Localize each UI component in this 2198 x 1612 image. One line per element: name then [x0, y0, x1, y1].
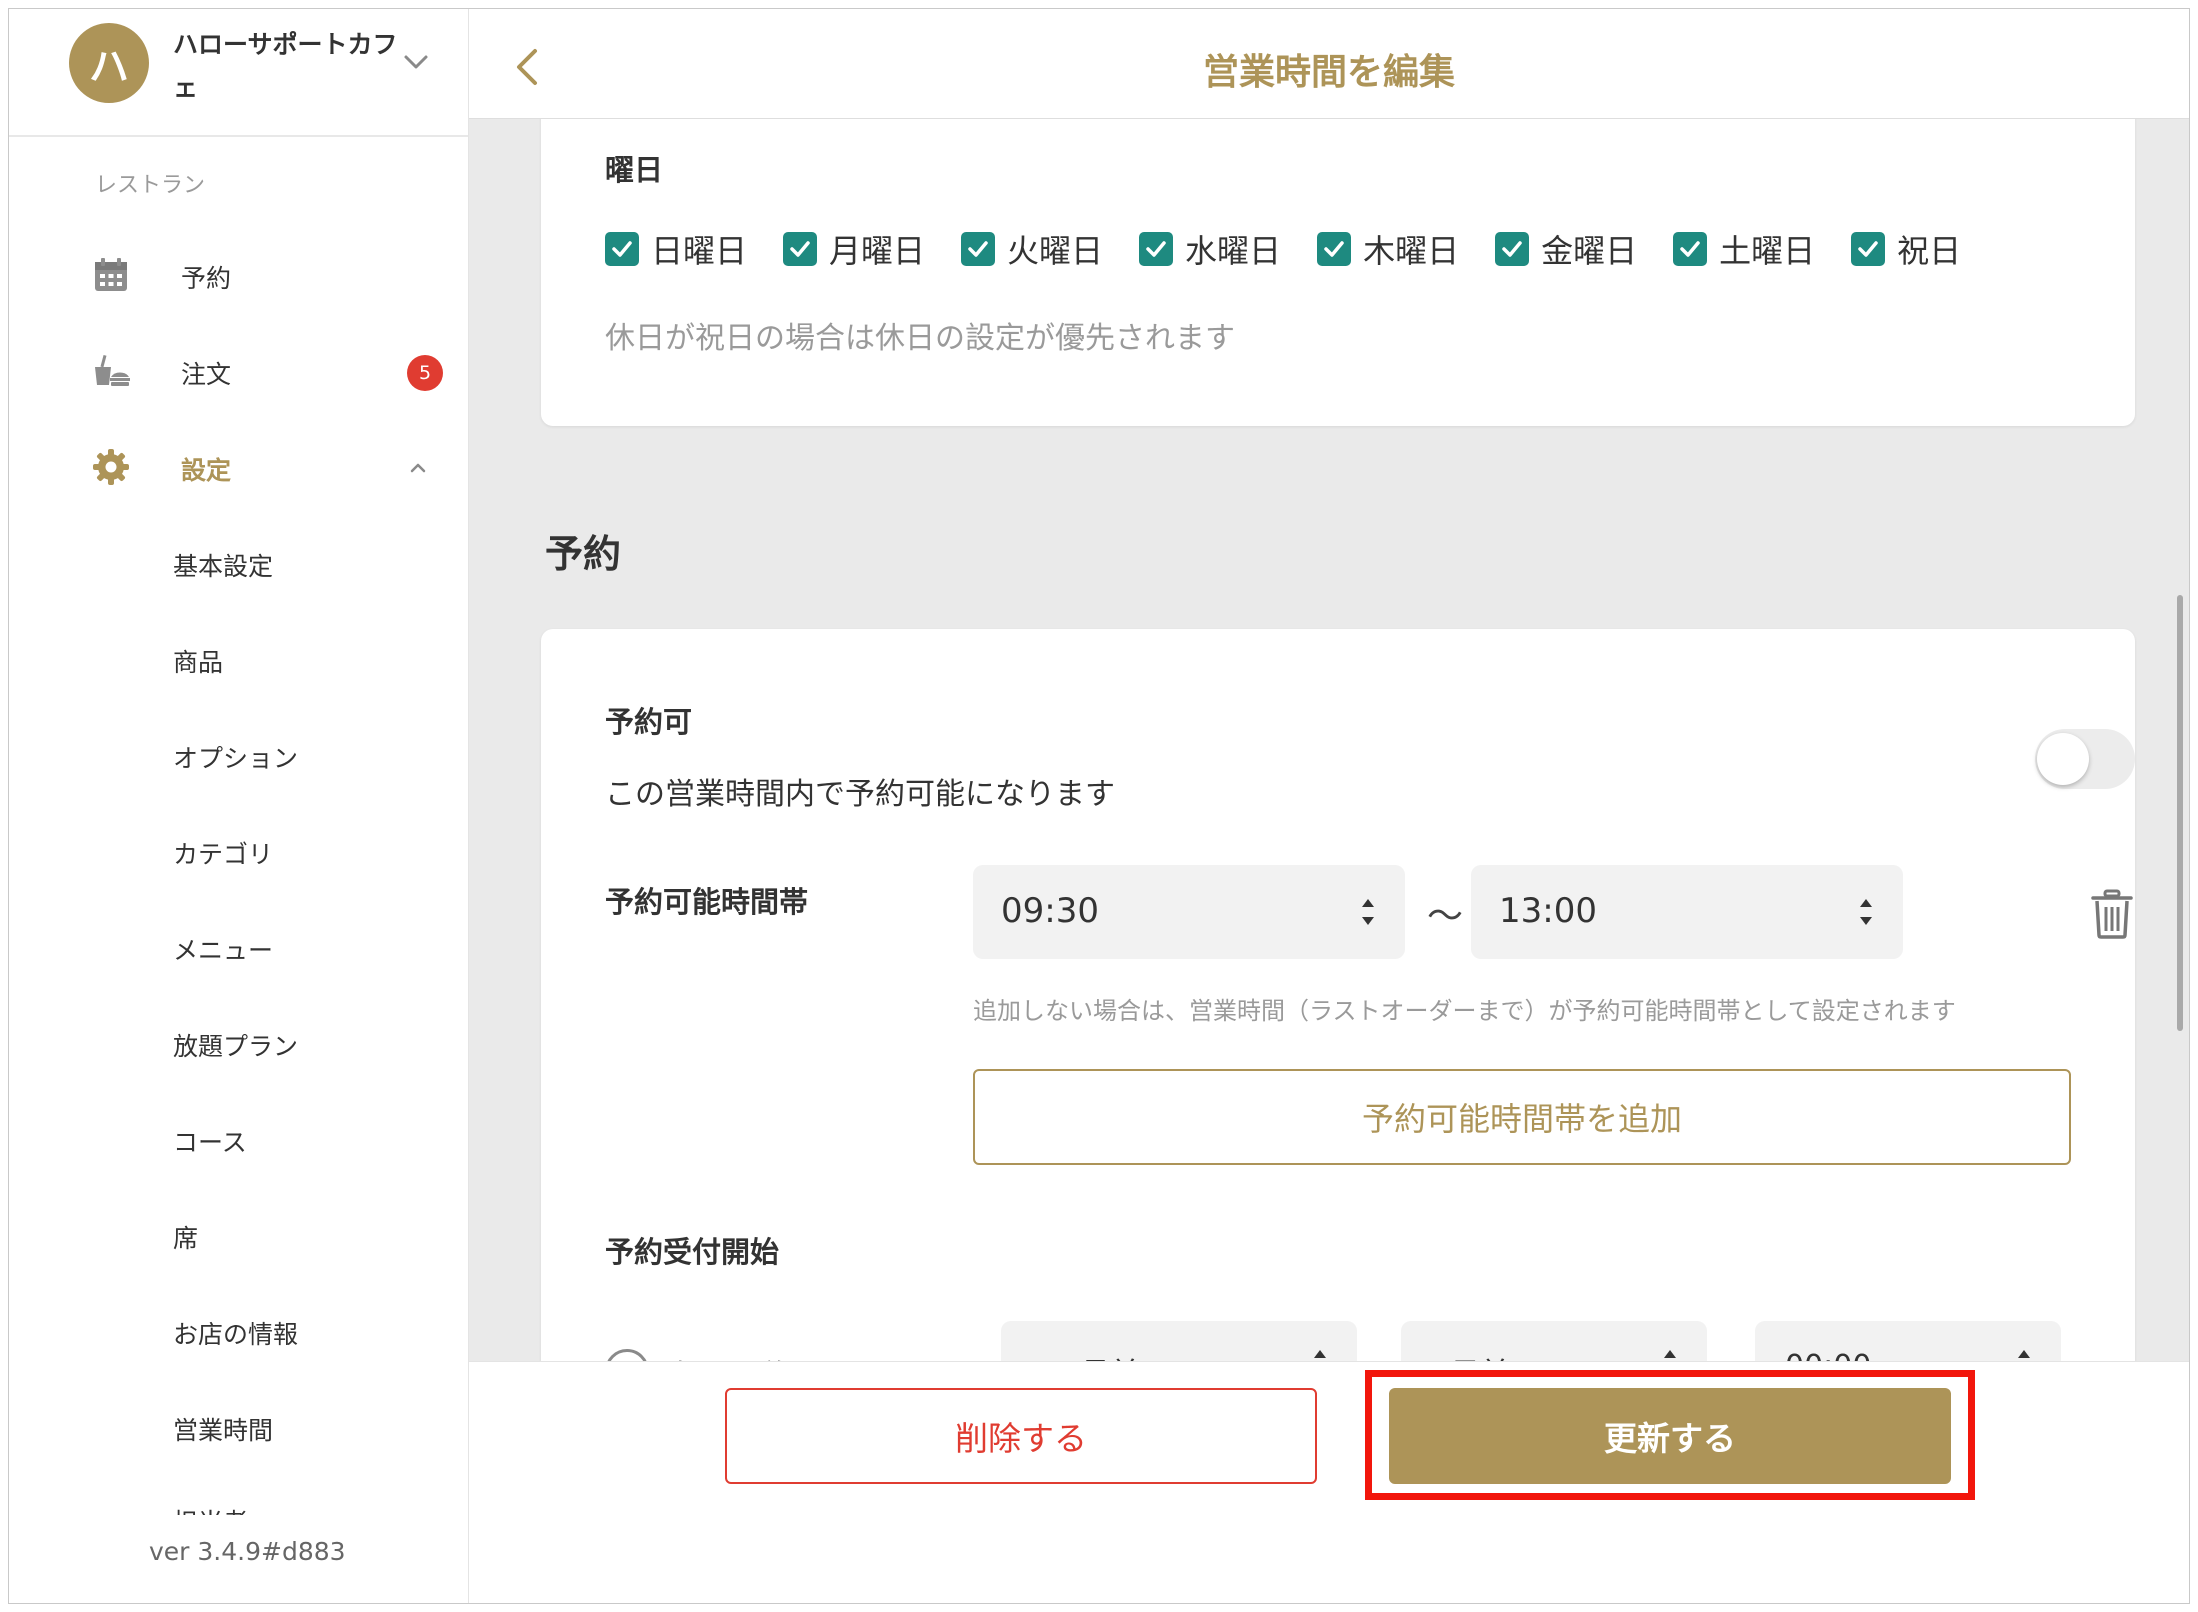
holiday-note: 休日が祝日の場合は休日の設定が優先されます — [605, 321, 1235, 356]
sidebar-item-settings[interactable]: 設定 — [9, 431, 468, 501]
calendar-icon — [95, 258, 127, 291]
sidebar-subitem-options[interactable]: オプション — [173, 739, 298, 775]
reservation-section-heading: 予約 — [545, 532, 622, 576]
sidebar: ハ ハローサポートカフェ レストラン 予約 注文 5 設定 基本設定 商品 オプ… — [9, 9, 469, 1603]
order-count-badge: 5 — [407, 355, 443, 391]
avatar: ハ — [69, 23, 149, 103]
gear-icon — [93, 449, 129, 485]
checkbox-checked-icon[interactable] — [605, 232, 639, 266]
day-label: 日曜日 — [651, 232, 748, 270]
shop-name: ハローサポートカフェ — [173, 30, 398, 102]
day-checkbox-tuesday[interactable]: 火曜日 — [961, 227, 1103, 271]
delete-button[interactable]: 削除する — [725, 1388, 1317, 1484]
page-title: 営業時間を編集 — [1202, 52, 1455, 93]
trash-icon[interactable] — [2089, 889, 2135, 939]
shop-switcher[interactable]: ハ ハローサポートカフェ — [9, 9, 468, 137]
day-checkbox-wednesday[interactable]: 水曜日 — [1139, 227, 1281, 271]
slot-end-value: 13:00 — [1499, 891, 1597, 931]
chevron-down-icon[interactable] — [401, 47, 431, 77]
day-label: 水曜日 — [1185, 232, 1282, 270]
chevron-up-icon[interactable] — [405, 455, 431, 481]
slots-helper-text: 追加しない場合は、営業時間（ラストオーダーまで）が予約可能時間帯として設定されま… — [973, 997, 1956, 1025]
sidebar-item-orders[interactable]: 注文 5 — [9, 335, 468, 405]
sidebar-item-reservation[interactable]: 予約 — [9, 239, 468, 309]
dining-icon — [95, 354, 130, 386]
sidebar-subitem-clip: 担当者 — [173, 1493, 373, 1515]
caret-up-icon — [1664, 1350, 1676, 1358]
top-bar: 営業時間を編集 — [469, 9, 2189, 119]
sidebar-subitem-business-hours[interactable]: 営業時間 — [173, 1411, 273, 1447]
sidebar-item-label: 予約 — [181, 264, 232, 293]
day-checkbox-holiday[interactable]: 祝日 — [1851, 227, 1961, 271]
day-label: 木曜日 — [1363, 232, 1460, 270]
day-label: 祝日 — [1897, 232, 1962, 270]
main-content: 営業時間を編集 曜日 日曜日 月曜日 火曜日 水曜日 木曜日 金曜日 土曜日 祝… — [469, 9, 2189, 1603]
days-checkbox-row: 日曜日 月曜日 火曜日 水曜日 木曜日 金曜日 土曜日 祝日 — [605, 227, 1997, 271]
day-label: 金曜日 — [1541, 232, 1638, 270]
day-checkbox-thursday[interactable]: 木曜日 — [1317, 227, 1459, 271]
allow-reservation-toggle[interactable] — [2035, 729, 2135, 789]
checkbox-checked-icon[interactable] — [1851, 232, 1886, 266]
toggle-knob — [2037, 733, 2089, 785]
slot-start-select[interactable]: 09:30 — [973, 865, 1405, 959]
app-window: ハ ハローサポートカフェ レストラン 予約 注文 5 設定 基本設定 商品 オプ… — [8, 8, 2190, 1604]
day-checkbox-friday[interactable]: 金曜日 — [1495, 227, 1637, 271]
section-label: レストラン — [95, 173, 206, 198]
sidebar-subitem-courses[interactable]: コース — [173, 1123, 247, 1159]
slot-separator: 〜 — [1427, 896, 1464, 937]
checkbox-checked-icon[interactable] — [783, 232, 818, 266]
day-checkbox-monday[interactable]: 月曜日 — [783, 227, 925, 271]
sort-arrows-icon — [1860, 899, 1872, 925]
sort-arrows-icon — [1362, 899, 1374, 925]
version-label: ver 3.4.9#d883 — [149, 1537, 346, 1566]
slot-end-select[interactable]: 13:00 — [1471, 865, 1903, 959]
caret-up-icon — [1314, 1350, 1326, 1358]
sidebar-subitem-basic-settings[interactable]: 基本設定 — [173, 547, 273, 583]
action-bar: 削除する 更新する — [469, 1361, 2189, 1603]
checkbox-checked-icon[interactable] — [1673, 232, 1708, 266]
day-label: 土曜日 — [1719, 232, 1816, 270]
sidebar-subitem-products[interactable]: 商品 — [173, 643, 223, 679]
sidebar-item-label: 設定 — [181, 456, 232, 485]
slot-start-value: 09:30 — [1001, 891, 1099, 931]
accept-start-label: 予約受付開始 — [605, 1235, 780, 1269]
reservation-slots-label: 予約可能時間帯 — [605, 885, 809, 919]
caret-up-icon — [2018, 1350, 2030, 1358]
sidebar-item-label: 注文 — [181, 360, 232, 389]
day-checkbox-saturday[interactable]: 土曜日 — [1673, 227, 1815, 271]
scrollbar[interactable] — [2177, 595, 2183, 1031]
day-label: 月曜日 — [829, 232, 926, 270]
add-slot-button[interactable]: 予約可能時間帯を追加 — [973, 1069, 2071, 1165]
sidebar-subitem-menu[interactable]: メニュー — [173, 931, 273, 967]
checkbox-checked-icon[interactable] — [1495, 232, 1530, 266]
sidebar-subitem-shop-info[interactable]: お店の情報 — [173, 1315, 298, 1351]
reservation-card: 予約可 この営業時間内で予約可能になります 予約可能時間帯 09:30 〜 13… — [541, 629, 2135, 1429]
sidebar-subitem-staff[interactable]: 担当者 — [173, 1503, 248, 1515]
days-heading: 曜日 — [605, 153, 664, 187]
allow-reservation-description: この営業時間内で予約可能になります — [605, 777, 1115, 812]
day-label: 火曜日 — [1007, 232, 1104, 270]
checkbox-checked-icon[interactable] — [961, 232, 996, 266]
days-card: 曜日 日曜日 月曜日 火曜日 水曜日 木曜日 金曜日 土曜日 祝日 休日が祝日の… — [541, 69, 2135, 426]
day-checkbox-sunday[interactable]: 日曜日 — [605, 227, 747, 271]
allow-reservation-label: 予約可 — [605, 705, 693, 739]
checkbox-checked-icon[interactable] — [1139, 232, 1174, 266]
sidebar-subitem-categories[interactable]: カテゴリ — [173, 835, 273, 871]
sidebar-subitem-seats[interactable]: 席 — [173, 1219, 198, 1255]
sidebar-subitem-all-you-can-plans[interactable]: 放題プラン — [173, 1027, 298, 1063]
checkbox-checked-icon[interactable] — [1317, 232, 1352, 266]
highlight-annotation — [1365, 1370, 1975, 1500]
